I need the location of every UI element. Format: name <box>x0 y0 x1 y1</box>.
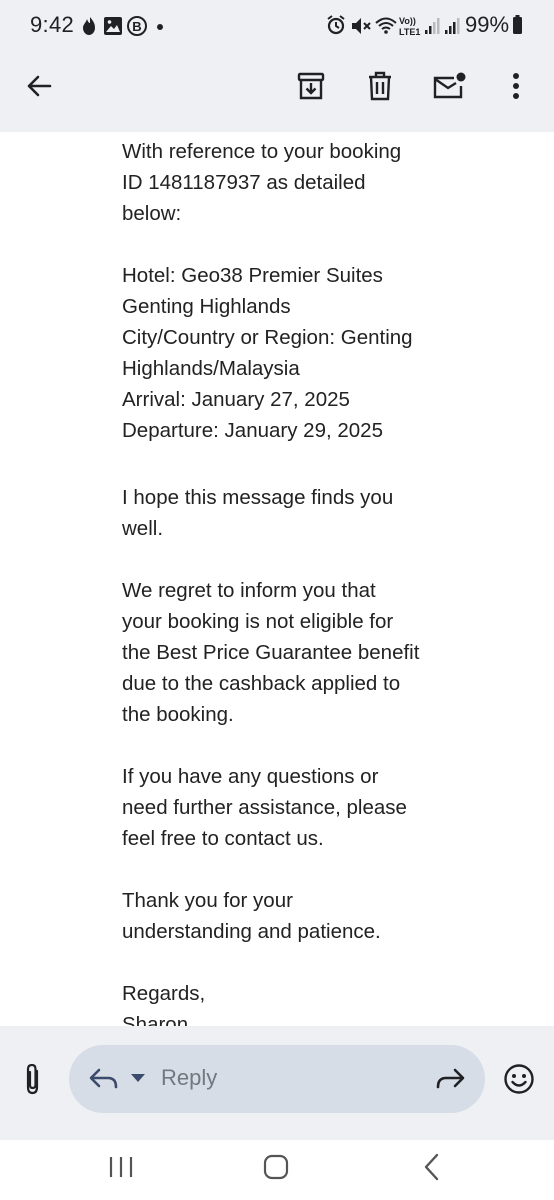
home-icon[interactable] <box>263 1154 289 1180</box>
reply-input[interactable]: Reply <box>69 1045 485 1113</box>
hotel-line: Genting Highlands <box>122 295 291 318</box>
svg-text:LTE1: LTE1 <box>399 27 420 37</box>
city-line: City/Country or Region: Genting <box>122 326 413 349</box>
archive-button[interactable] <box>289 64 333 108</box>
image-icon <box>104 17 122 35</box>
mark-unread-button[interactable] <box>427 64 471 108</box>
regret-line: the booking. <box>122 703 234 726</box>
hotel-line: Hotel: Geo38 Premier Suites <box>122 264 383 287</box>
city-line: Highlands/Malaysia <box>122 357 300 380</box>
reply-icon[interactable] <box>89 1067 119 1091</box>
reply-placeholder: Reply <box>161 1065 218 1090</box>
thanks-line: Thank you for your <box>122 889 293 912</box>
more-vert-icon <box>513 73 519 99</box>
battery-percent: 99% <box>465 12 510 37</box>
flame-icon <box>83 17 95 35</box>
questions-line: need further assistance, please <box>122 796 407 819</box>
arrival-line: Arrival: January 27, 2025 <box>122 388 350 411</box>
status-time: 9:42 <box>30 12 75 37</box>
delete-icon <box>369 71 391 101</box>
questions-line: feel free to contact us. <box>122 827 324 850</box>
top-area: 9:42 B Vo)) LTE1 99% <box>0 0 554 132</box>
wifi-icon <box>375 17 397 34</box>
archive-icon <box>297 72 325 100</box>
back-nav-icon[interactable] <box>422 1153 440 1181</box>
back-button[interactable] <box>17 64 61 108</box>
signal-icon <box>425 18 440 34</box>
dropdown-icon[interactable] <box>131 1074 145 1083</box>
regret-line: We regret to inform you that <box>122 579 376 602</box>
attach-button[interactable] <box>11 1057 55 1101</box>
reply-bar: Reply <box>0 1026 554 1140</box>
app-bar <box>0 52 554 132</box>
status-bar: 9:42 B Vo)) LTE1 99% <box>0 0 554 52</box>
attachment-icon <box>26 1063 39 1095</box>
battery-icon <box>513 15 522 34</box>
regards-line: Regards, <box>122 982 206 1005</box>
intro-line: below: <box>122 202 182 225</box>
regret-line: the Best Price Guarantee benefit <box>122 641 420 664</box>
intro-line: ID 1481187937 as detailed <box>122 171 366 194</box>
emoji-icon <box>504 1064 534 1094</box>
regret-line: your booking is not eligible for <box>122 610 394 633</box>
b-circle-icon: B <box>127 16 147 36</box>
alarm-icon <box>327 15 345 35</box>
hope-line: well. <box>122 517 164 540</box>
volte-icon: Vo)) LTE1 <box>399 16 420 37</box>
svg-text:Vo)): Vo)) <box>399 16 416 26</box>
dot-icon <box>157 24 163 30</box>
signal-icon <box>445 18 460 34</box>
hope-line: I hope this message finds you <box>122 486 394 509</box>
back-arrow-icon <box>27 75 52 97</box>
departure-line: Departure: January 29, 2025 <box>122 419 383 442</box>
status-left-icons: B <box>83 16 163 36</box>
regret-line: due to the cashback applied to <box>122 672 401 695</box>
recents-icon[interactable] <box>108 1155 134 1179</box>
mute-icon <box>352 18 371 34</box>
email-body: With reference to your booking ID 148118… <box>122 136 452 1040</box>
system-nav-bar <box>0 1140 554 1200</box>
delete-button[interactable] <box>358 64 402 108</box>
mark-unread-icon <box>433 72 466 99</box>
intro-line: With reference to your booking <box>122 140 402 163</box>
questions-line: If you have any questions or <box>122 765 379 788</box>
forward-icon[interactable] <box>435 1067 465 1091</box>
more-options-button[interactable] <box>494 64 538 108</box>
svg-text:B: B <box>132 19 141 34</box>
thanks-line: understanding and patience. <box>122 920 381 943</box>
emoji-button[interactable] <box>497 1057 541 1101</box>
